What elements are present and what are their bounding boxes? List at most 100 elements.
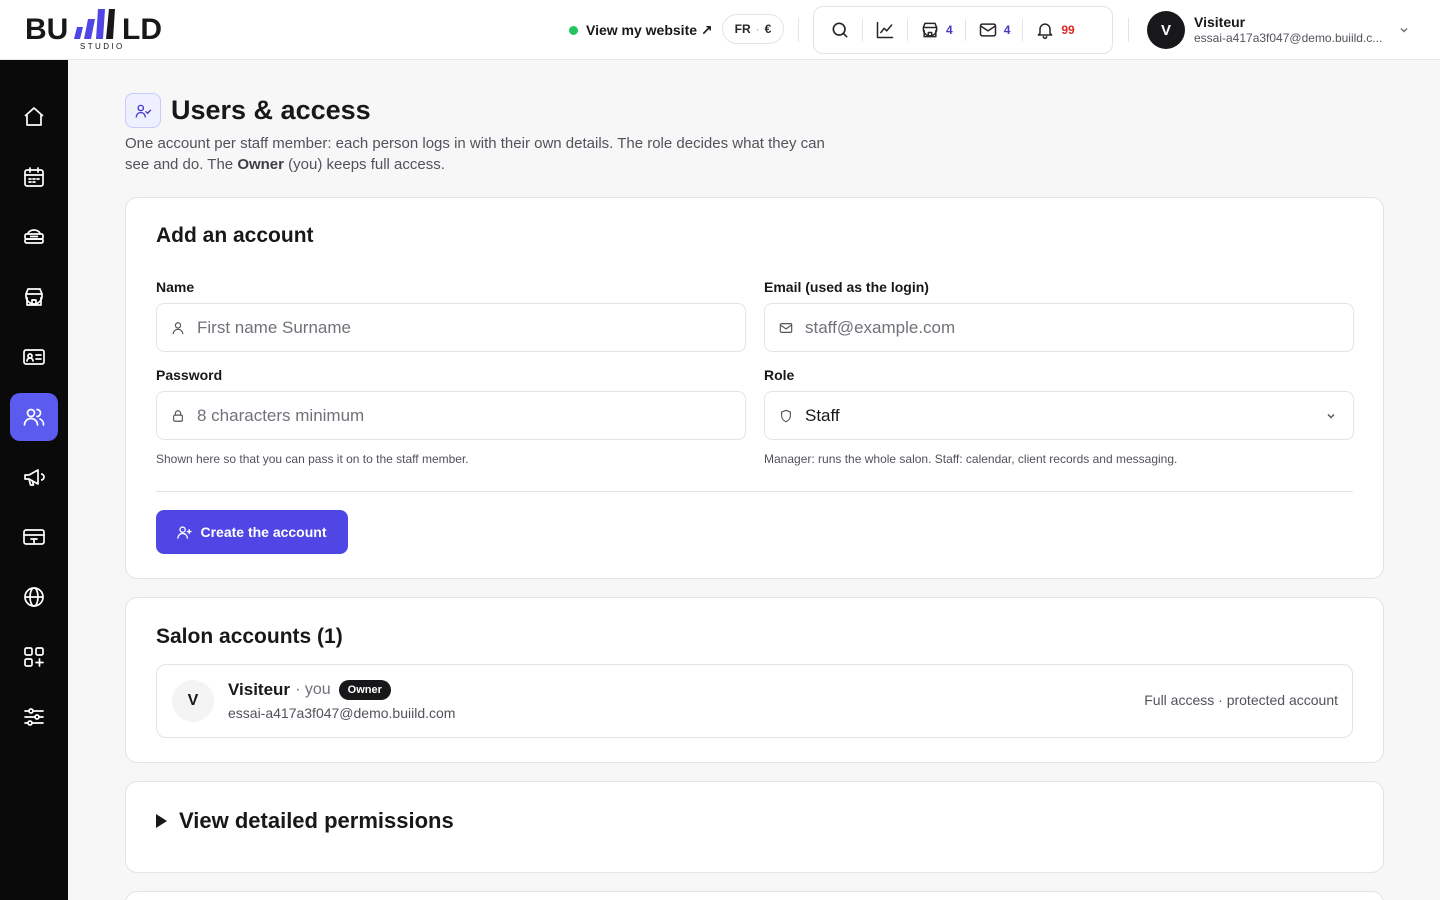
sidebar bbox=[0, 60, 68, 900]
payment-card-icon bbox=[23, 529, 45, 545]
megaphone-icon bbox=[24, 469, 45, 486]
next-card bbox=[125, 891, 1384, 900]
search-icon bbox=[832, 22, 848, 38]
email-label: Email (used as the login) bbox=[764, 279, 929, 295]
salon-accounts-card: Salon accounts (1) V Visiteur · you Owne… bbox=[125, 597, 1384, 763]
sidebar-item-services[interactable] bbox=[10, 213, 58, 261]
notifications-button[interactable]: 99 bbox=[1027, 14, 1082, 46]
role-badge: Owner bbox=[338, 680, 391, 700]
page-header: Users & access One account per staff mem… bbox=[125, 93, 845, 175]
users-icon bbox=[23, 408, 45, 426]
svg-text:LD: LD bbox=[122, 13, 162, 41]
mail-icon bbox=[979, 23, 996, 37]
chevron-down-icon bbox=[1400, 27, 1408, 33]
language-separator: · bbox=[755, 22, 760, 36]
name-label: Name bbox=[156, 279, 195, 295]
sidebar-item-calendar[interactable] bbox=[10, 153, 58, 201]
page-title: Users & access bbox=[171, 95, 371, 125]
header-divider bbox=[1128, 18, 1129, 42]
apps-icon bbox=[24, 647, 44, 667]
sidebar-item-marketing[interactable] bbox=[10, 453, 58, 501]
account-name-line: Visiteur · you Owner bbox=[228, 679, 391, 701]
sidebar-item-clients[interactable] bbox=[10, 333, 58, 381]
chart-line-icon bbox=[876, 21, 894, 39]
store-icon bbox=[25, 288, 43, 306]
header-toolbar: 4 4 99 bbox=[813, 6, 1113, 54]
sidebar-item-users[interactable] bbox=[10, 393, 58, 441]
toolbar-separator bbox=[907, 19, 908, 41]
store-icon bbox=[922, 22, 938, 38]
toolbar-separator bbox=[964, 19, 966, 41]
sidebar-item-settings[interactable] bbox=[10, 693, 58, 741]
sidebar-item-payments[interactable] bbox=[10, 513, 58, 561]
name-input[interactable] bbox=[197, 317, 717, 338]
sidebar-item-salon[interactable] bbox=[10, 273, 58, 321]
services-icon bbox=[24, 229, 44, 244]
password-input[interactable] bbox=[197, 405, 717, 426]
role-value: Staff bbox=[805, 405, 840, 425]
toolbar-separator bbox=[1022, 19, 1024, 41]
sidebar-item-home[interactable] bbox=[10, 93, 58, 141]
currency-symbol: € bbox=[764, 22, 772, 36]
role-hint: Manager: runs the whole salon. Staff: ca… bbox=[764, 452, 1178, 466]
create-account-label: Create the account bbox=[200, 524, 327, 540]
logo-mark: BU LD bbox=[25, 9, 162, 41]
page-desc-end: (you) keeps full access. bbox=[284, 156, 445, 173]
form-divider bbox=[156, 491, 1353, 492]
messages-count: 4 bbox=[1003, 23, 1011, 37]
permissions-card: View detailed permissions bbox=[125, 781, 1384, 873]
language-currency-switch[interactable]: FR · € bbox=[722, 14, 784, 44]
account-row[interactable]: V Visiteur · you Owner essai-a417a3f047@… bbox=[156, 664, 1353, 738]
add-account-title: Add an account bbox=[156, 224, 314, 247]
view-website-link[interactable]: View my website ↗ bbox=[569, 18, 713, 42]
language-code: FR bbox=[734, 22, 751, 36]
svg-text:BU: BU bbox=[25, 13, 68, 41]
role-select[interactable]: Staff bbox=[764, 391, 1354, 440]
brand-logo[interactable]: BU LD STUDIO bbox=[25, 9, 185, 53]
page-desc-bold: Owner bbox=[237, 156, 284, 173]
permissions-label: View detailed permissions bbox=[179, 808, 454, 833]
page-title-row: Users & access bbox=[125, 93, 845, 128]
lock-icon bbox=[173, 409, 183, 422]
toolbar-separator bbox=[862, 19, 863, 41]
home-icon bbox=[24, 107, 44, 126]
user-menu[interactable]: V Visiteur essai-a417a3f047@demo.buiild.… bbox=[1147, 11, 1417, 49]
permissions-toggle[interactable]: View detailed permissions bbox=[156, 808, 454, 834]
globe-icon bbox=[24, 587, 44, 607]
contact-card-icon bbox=[23, 349, 45, 365]
top-bar: BU LD STUDIO View my website ↗ FR · € 4 bbox=[0, 0, 1440, 60]
search-button[interactable] bbox=[822, 14, 858, 46]
user-avatar: V bbox=[1147, 11, 1185, 49]
password-field[interactable] bbox=[156, 391, 746, 440]
account-avatar: V bbox=[172, 680, 214, 722]
sidebar-item-apps[interactable] bbox=[10, 633, 58, 681]
notifications-count: 99 bbox=[1061, 23, 1075, 37]
create-account-button[interactable]: Create the account bbox=[156, 510, 348, 554]
account-name: Visiteur bbox=[228, 680, 291, 699]
add-account-card: Add an account Name Email (used as the l… bbox=[125, 197, 1384, 579]
name-field[interactable] bbox=[156, 303, 746, 352]
header-divider bbox=[798, 18, 799, 42]
stats-button[interactable] bbox=[867, 14, 903, 46]
email-field[interactable] bbox=[764, 303, 1354, 352]
account-access: Full access · protected account bbox=[1144, 692, 1338, 708]
calendar-icon bbox=[24, 167, 44, 187]
user-plus-icon bbox=[177, 525, 193, 539]
bell-icon bbox=[1037, 23, 1053, 40]
person-icon bbox=[172, 321, 184, 334]
messages-button[interactable]: 4 bbox=[970, 14, 1019, 46]
user-info: Visiteur essai-a417a3f047@demo.buiild.c.… bbox=[1194, 14, 1390, 46]
page-description: One account per staff member: each perso… bbox=[125, 133, 845, 175]
user-access-icon bbox=[135, 104, 152, 118]
user-email: essai-a417a3f047@demo.buiild.c... bbox=[1194, 31, 1383, 45]
password-hint: Shown here so that you can pass it on to… bbox=[156, 452, 469, 466]
account-email: essai-a417a3f047@demo.buiild.com bbox=[228, 705, 456, 721]
salons-count: 4 bbox=[946, 23, 953, 37]
title-badge bbox=[125, 93, 161, 128]
email-input[interactable] bbox=[805, 317, 1325, 338]
shield-icon bbox=[781, 409, 791, 422]
password-label: Password bbox=[156, 367, 223, 383]
brand-subtitle: STUDIO bbox=[80, 42, 125, 51]
sidebar-item-website[interactable] bbox=[10, 573, 58, 621]
salons-button[interactable]: 4 bbox=[912, 14, 961, 46]
